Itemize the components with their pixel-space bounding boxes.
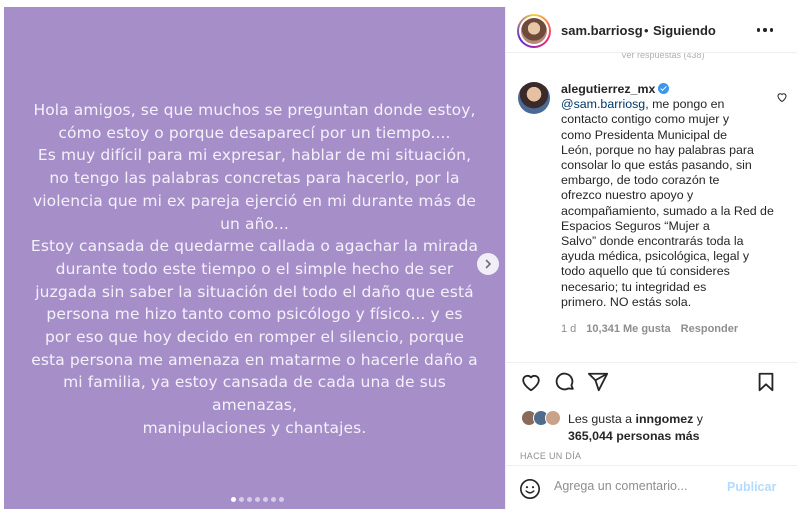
post-text-line: por eso que hoy decido en romper el sile… [44,328,464,347]
comment-text-line: Espacios Seguros “Mujer a [561,218,710,233]
comment-text: alegutierrez_mx @sam.barriosg, me pongo … [561,82,776,310]
share-icon [587,372,609,392]
likes-count-link[interactable]: 365,044 personas más [568,429,700,443]
like-button[interactable] [520,371,542,398]
heart-icon [777,93,787,103]
author-avatar[interactable] [517,14,551,48]
post-text-line: amenazas, [212,396,297,415]
post-text-line: Estoy cansada de quedarme callada o agac… [30,237,479,256]
liker-avatar [545,410,561,426]
heart-icon [522,374,540,392]
emoji-button[interactable] [519,478,541,505]
more-options-icon[interactable] [757,22,773,38]
emoji-icon [520,479,540,499]
view-replies-link[interactable]: Ver respuestas (438) [621,53,705,61]
post-image: Hola amigos, se que muchos se preguntan … [4,7,505,509]
commenter-username[interactable]: alegutierrez_mx [561,82,655,96]
liker-username-link[interactable]: inngomez [636,412,694,426]
comment-text-line: ofrezco nuestro apoyo y [561,188,694,203]
comment-text-line: todo aquello que tú consideres [561,264,730,279]
add-comment-bar: Publicar [506,465,797,509]
post-text-line: un año... [220,214,289,233]
share-button[interactable] [587,371,609,398]
verified-icon [658,83,670,94]
comment-button[interactable] [554,371,576,398]
carousel-dot [247,497,252,502]
comment-icon [555,372,574,391]
header-separator: • [644,23,649,38]
comment-text-line: embargo, de todo corazón te [561,173,720,188]
comment-input[interactable] [554,479,724,493]
carousel-dot [279,497,284,502]
comment-first-line: , me pongo en [645,97,725,112]
comment-mention-link[interactable]: @sam.barriosg [561,97,645,111]
post-text-line: Es muy difícil para mi expresar, hablar … [37,146,472,165]
publish-button[interactable]: Publicar [727,480,776,494]
post-text-line: no tengo las palabras concretas para hac… [49,169,460,188]
instagram-post-modal: Hola amigos, se que muchos se preguntan … [0,0,800,517]
post-text-line: violencia que mi ex pareja ejerció en mi… [33,191,476,210]
next-icon [485,259,491,269]
comment-text-line: acompañamiento, sumado a la Red de [561,203,774,218]
post-text-line: durante todo este tiempo o el simple hec… [55,259,454,278]
carousel-dot [255,497,260,502]
post-timestamp[interactable]: HACE UN DÍA [520,451,581,461]
comment-meta: 1 d 10,341 Me gusta Responder [561,323,738,335]
save-button[interactable] [755,371,777,398]
next-slide-button[interactable] [477,253,499,275]
likes-summary: Les gusta a inngomez y 365,044 personas … [568,411,703,444]
comment-text-line: consolar lo que estás pasando, sin [561,158,752,173]
post-text-line: esta persona me amenaza en matarme o hac… [31,350,478,369]
carousel-dots [231,497,284,502]
comment-like-button[interactable] [776,90,788,108]
comment-text-line: primero. NO estás sola. [561,294,692,309]
save-icon [758,372,774,392]
post-text-line: manipulaciones y chantajes. [142,418,367,437]
comment-text-line: contacto contigo como mujer y [561,112,730,127]
carousel-dot [231,497,236,502]
comment-time: 1 d [561,323,577,335]
author-username[interactable]: sam.barriosg [561,23,643,38]
carousel-dot [271,497,276,502]
likes-conjunction: y [693,412,703,426]
likers-avatars[interactable] [521,410,561,426]
post-text-line: Hola amigos, se que muchos se preguntan … [33,101,476,119]
post-text-line: cómo estoy o porque desaparecí por un ti… [58,123,451,142]
post-text-line: juzgada sin saber la situación del todo … [35,282,474,301]
carousel-dot [263,497,268,502]
post-sidebar: sam.barriosg • Siguiendo Ver respuestas … [505,7,797,509]
reply-button[interactable]: Responder [681,323,738,335]
post-text-line: persona me hizo tanto como psicólogo y f… [46,305,463,324]
follow-status-button[interactable]: Siguiendo [653,23,716,38]
commenter-avatar[interactable] [518,82,550,114]
comment-likes-count[interactable]: 10,341 Me gusta [586,323,670,335]
post-header: sam.barriosg • Siguiendo [506,7,797,53]
likes-prefix: Les gusta a [568,412,636,426]
carousel-dot [239,497,244,502]
comment-text-line: Salvo” donde encontrarás toda la [561,234,744,249]
comment-text-line: León, porque no hay palabras para [561,142,754,157]
comment-text-line: necesario; tu integridad es [561,279,707,294]
post-image-text: Hola amigos, se que muchos se preguntan … [12,99,497,440]
comment-text-line: ayuda médica, psicológica, legal y [561,249,750,264]
comment-text-line: como Presidenta Municipal de [561,127,727,142]
post-text-line: mi familia, ya estoy cansada de cada una… [63,373,446,392]
